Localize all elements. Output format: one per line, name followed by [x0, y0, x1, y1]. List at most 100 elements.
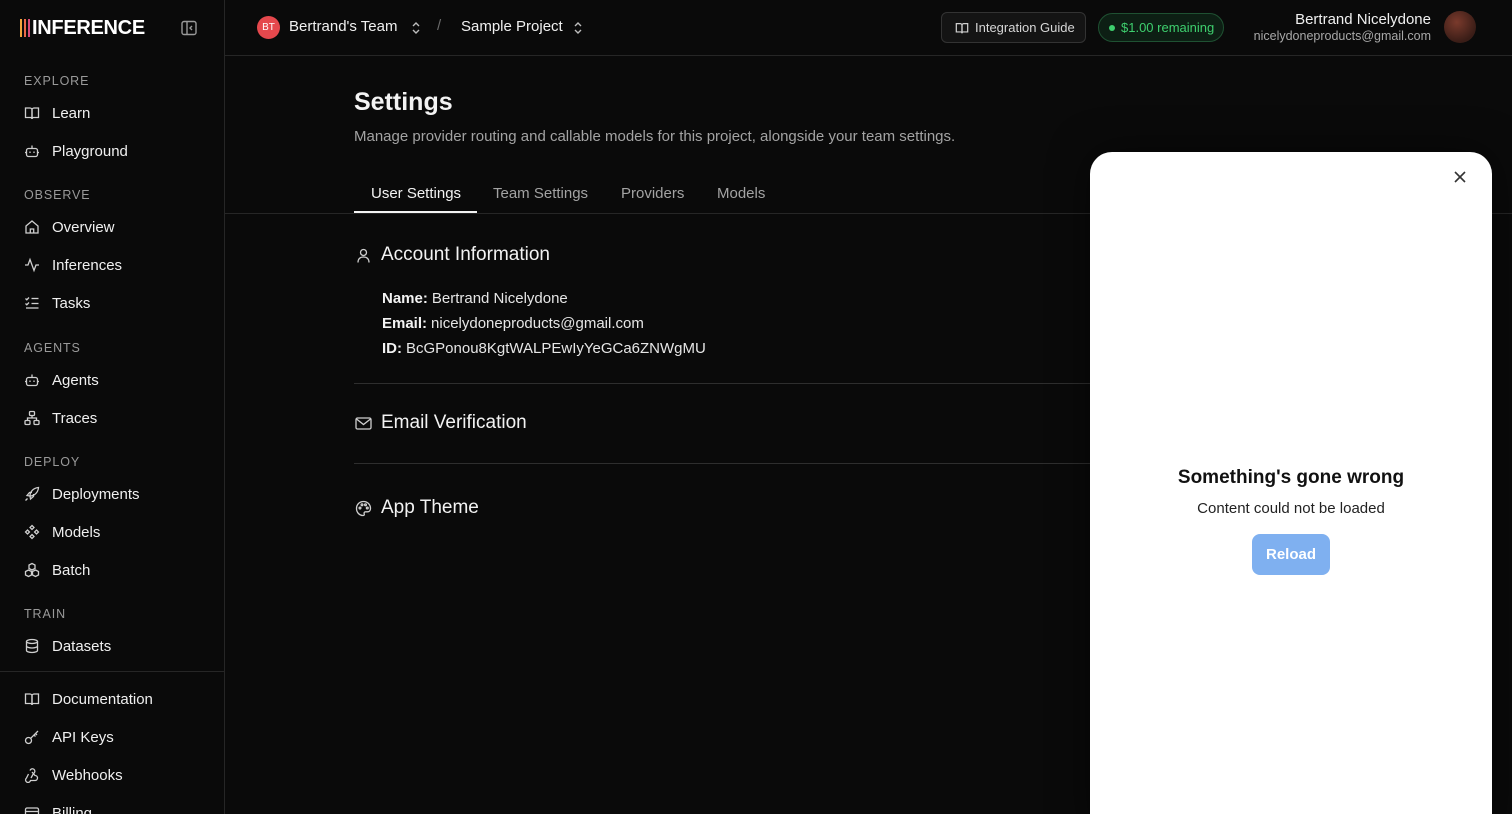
sidebar-item-learn[interactable]: Learn	[16, 97, 211, 129]
rocket-icon	[25, 486, 40, 501]
webhook-icon	[24, 768, 39, 783]
section-divider	[354, 463, 1094, 464]
sidebar-item-datasets[interactable]: Datasets	[16, 630, 211, 662]
sidebar-item-label: Billing	[52, 804, 93, 814]
sidebar-item-label: Overview	[52, 218, 115, 236]
section-divider	[354, 383, 1094, 384]
tab-models[interactable]: Models	[717, 185, 765, 202]
email-verification-heading[interactable]: Email Verification	[355, 412, 527, 434]
sidebar-item-tasks[interactable]: Tasks	[16, 287, 211, 319]
reload-button[interactable]: Reload	[1252, 534, 1330, 575]
tab-team-settings[interactable]: Team Settings	[493, 185, 588, 202]
account-id-row: ID: BcGPonou8KgtWALPEwIyYeGCa6ZNWgMU	[382, 340, 706, 357]
status-dot-icon	[1109, 24, 1115, 31]
sidebar-item-deployments[interactable]: Deployments	[16, 478, 211, 510]
diamonds-icon	[24, 524, 40, 540]
email-verification-title: Email Verification	[381, 412, 527, 433]
boxes-icon	[24, 562, 40, 578]
team-avatar[interactable]: BT	[257, 16, 280, 39]
credit-badge[interactable]: $1.00 remaining	[1098, 13, 1224, 42]
account-information-title: Account Information	[381, 244, 550, 265]
sidebar-item-billing[interactable]: Billing	[16, 797, 211, 814]
app-theme-heading[interactable]: App Theme	[355, 497, 479, 519]
section-label-deploy: DEPLOY	[24, 455, 81, 469]
sidebar-item-label: Inferences	[52, 256, 123, 274]
section-label-agents: AGENTS	[24, 341, 81, 355]
section-label-explore: EXPLORE	[24, 74, 90, 88]
chevron-up-down-icon[interactable]	[409, 21, 423, 35]
workflow-icon	[24, 410, 40, 426]
palette-icon	[355, 500, 372, 516]
sidebar-item-label: Models	[52, 523, 101, 541]
sidebar-item-label: Webhooks	[52, 766, 123, 784]
app-theme-title: App Theme	[381, 497, 479, 518]
email-label: Email:	[382, 315, 428, 332]
user-name: Bertrand Nicelydone	[1295, 11, 1431, 28]
sidebar-divider	[0, 671, 224, 672]
user-email: nicelydoneproducts@gmail.com	[1253, 29, 1431, 43]
activity-icon	[25, 257, 39, 273]
sidebar: INFERENCE EXPLORE Learn Playground OBSER…	[0, 0, 225, 814]
sidebar-item-label: Traces	[52, 409, 98, 427]
top-header: BT Bertrand's Team / Sample Project Inte…	[225, 0, 1512, 56]
sidebar-item-label: API Keys	[52, 728, 114, 746]
sidebar-item-label: Datasets	[52, 637, 112, 655]
robot-icon	[25, 145, 39, 158]
user-icon	[357, 248, 370, 263]
account-name-row: Name: Bertrand Nicelydone	[382, 290, 568, 307]
sidebar-item-label: Learn	[52, 104, 91, 122]
sidebar-item-label: Agents	[52, 371, 99, 389]
breadcrumb-separator: /	[437, 17, 442, 34]
sidebar-item-agents[interactable]: Agents	[16, 364, 211, 396]
sidebar-item-inferences[interactable]: Inferences	[16, 249, 211, 281]
email-value: nicelydoneproducts@gmail.com	[431, 315, 644, 332]
tab-providers[interactable]: Providers	[621, 185, 684, 202]
name-value: Bertrand Nicelydone	[431, 290, 568, 307]
account-information-heading: Account Information	[355, 244, 550, 266]
chevron-up-down-icon[interactable]	[571, 21, 585, 35]
section-label-observe: OBSERVE	[24, 188, 91, 202]
logo-mark-icon	[20, 19, 30, 37]
tab-user-settings[interactable]: User Settings	[371, 185, 461, 202]
book-icon	[24, 107, 40, 120]
id-label: ID:	[382, 340, 402, 357]
sidebar-collapse-icon[interactable]	[180, 19, 198, 37]
integration-guide-button[interactable]: Integration Guide	[941, 12, 1086, 43]
name-label: Name:	[382, 290, 428, 307]
sidebar-item-overview[interactable]: Overview	[16, 211, 211, 243]
logo-text: INFERENCE	[32, 16, 145, 39]
sidebar-item-label: Tasks	[52, 294, 91, 312]
error-title: Something's gone wrong	[1177, 467, 1405, 488]
card-icon	[24, 807, 40, 814]
team-switcher-label[interactable]: Bertrand's Team	[289, 18, 397, 35]
sidebar-item-batch[interactable]: Batch	[16, 554, 211, 586]
sidebar-item-playground[interactable]: Playground	[16, 135, 211, 167]
side-panel: Something's gone wrong Content could not…	[1090, 152, 1492, 814]
account-email-row: Email: nicelydoneproducts@gmail.com	[382, 315, 644, 332]
sidebar-item-documentation[interactable]: Documentation	[16, 683, 211, 715]
key-icon	[24, 730, 39, 745]
home-icon	[25, 220, 39, 234]
mail-icon	[355, 416, 372, 430]
credit-remaining-text: $1.00 remaining	[1121, 20, 1215, 35]
close-icon[interactable]	[1453, 170, 1467, 184]
sidebar-item-label: Deployments	[52, 485, 140, 503]
sidebar-item-label: Documentation	[52, 690, 153, 708]
sidebar-item-webhooks[interactable]: Webhooks	[16, 759, 211, 791]
section-label-train: TRAIN	[24, 607, 66, 621]
database-icon	[25, 638, 39, 654]
sidebar-item-label: Playground	[52, 142, 128, 160]
sidebar-item-models[interactable]: Models	[16, 516, 211, 548]
active-tab-indicator	[354, 211, 477, 213]
project-switcher-label[interactable]: Sample Project	[461, 18, 563, 35]
sidebar-item-traces[interactable]: Traces	[16, 402, 211, 434]
sidebar-item-api-keys[interactable]: API Keys	[16, 721, 211, 753]
book-icon	[955, 22, 969, 33]
id-value: BcGPonou8KgtWALPEwIyYeGCa6ZNWgMU	[406, 340, 706, 357]
integration-guide-label: Integration Guide	[975, 20, 1075, 35]
user-avatar[interactable]	[1444, 11, 1476, 43]
app-logo[interactable]: INFERENCE	[20, 17, 145, 39]
book-icon	[24, 693, 40, 706]
robot-icon	[25, 374, 39, 387]
page-title: Settings	[354, 88, 453, 116]
